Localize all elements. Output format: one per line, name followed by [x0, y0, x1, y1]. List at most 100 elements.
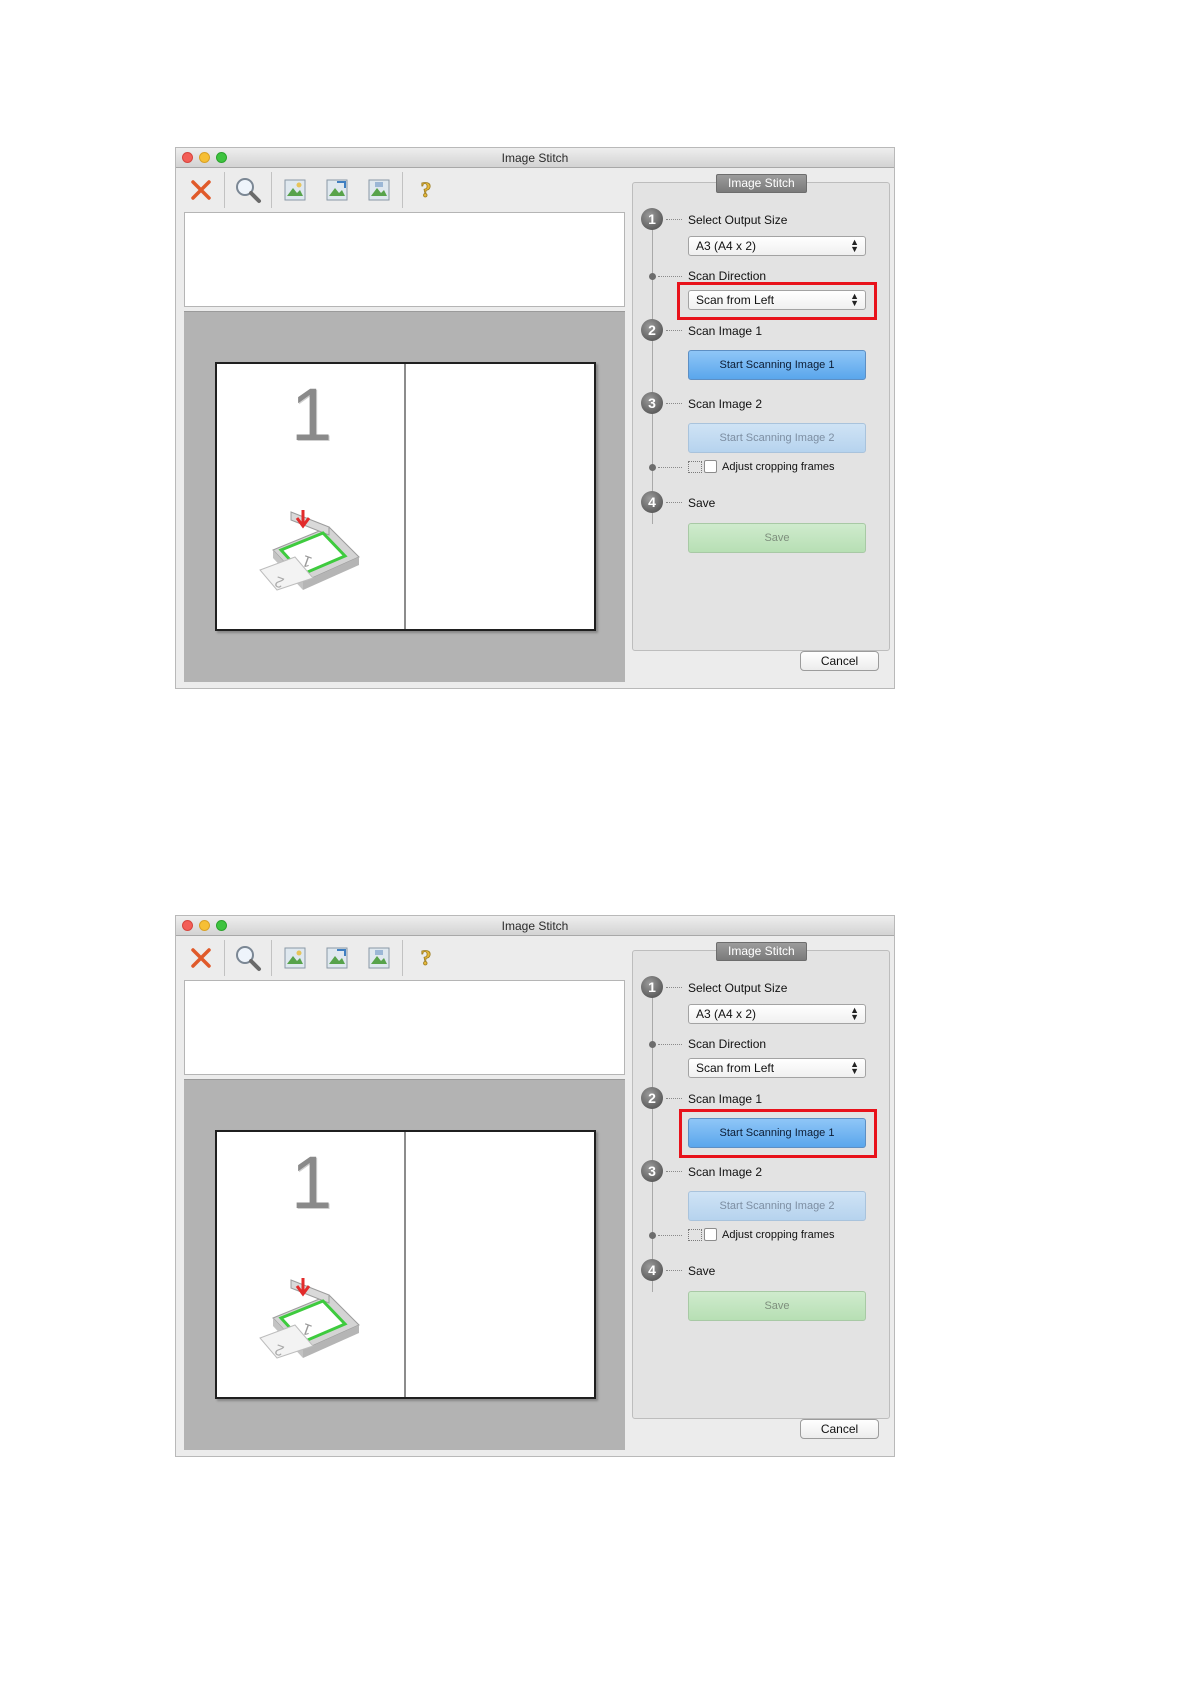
title-bar[interactable]: Image Stitch — [176, 148, 894, 168]
scan-direction-value: Scan from Left — [696, 1061, 775, 1075]
image-save-button[interactable] — [358, 170, 400, 210]
image-stitch-panel: Image Stitch 1 Select Output Size A3 (A4… — [632, 942, 890, 1419]
zoom-button[interactable] — [227, 938, 269, 978]
step-connector — [666, 987, 682, 988]
rotate-image-button[interactable] — [316, 170, 358, 210]
adjust-cropping-label: Adjust cropping frames — [722, 460, 835, 473]
step-4-badge: 4 — [641, 491, 663, 513]
panel-title: Image Stitch — [716, 942, 807, 961]
adjust-dot — [649, 1232, 656, 1239]
step-connector — [666, 219, 682, 220]
panel-title: Image Stitch — [716, 174, 807, 193]
highlight-box — [677, 282, 877, 320]
scanner-illustration: 1 2 — [255, 502, 365, 607]
adjust-cropping-checkbox[interactable] — [704, 1228, 717, 1241]
view-image-button[interactable] — [274, 170, 316, 210]
select-arrows-icon: ▲ ▼ — [850, 1005, 859, 1022]
step-connector — [666, 1171, 682, 1172]
select-arrows-icon: ▲ ▼ — [850, 237, 859, 254]
select-output-size-label: Select Output Size — [688, 981, 788, 995]
toolbar-separator — [224, 172, 225, 208]
help-icon: ? — [420, 945, 432, 971]
cropping-frame-icon — [688, 460, 702, 473]
toolbar-separator — [271, 172, 272, 208]
step-3-badge: 3 — [641, 1160, 663, 1182]
view-image-button[interactable] — [274, 938, 316, 978]
cancel-button[interactable]: Cancel — [800, 1419, 879, 1439]
image-next-icon — [326, 179, 348, 201]
scan-image-2-label: Scan Image 2 — [688, 1165, 763, 1179]
window-title: Image Stitch — [501, 919, 569, 933]
image-icon — [284, 179, 306, 201]
zoom-button[interactable] — [227, 170, 269, 210]
image-stitch-window-1: Image Stitch ? 1 1 2 Image Stitch 1 Sele… — [175, 147, 895, 689]
scan-direction-label: Scan Direction — [688, 1037, 767, 1051]
step-connector — [658, 1044, 682, 1045]
toolbar: ? — [180, 169, 447, 211]
step-connector — [666, 1098, 682, 1099]
page-divider — [404, 1132, 406, 1397]
output-page-preview: 1 1 2 — [215, 1130, 596, 1399]
page-divider — [404, 364, 406, 629]
page-number-label: 1 — [291, 1141, 333, 1224]
step-connector — [666, 502, 682, 503]
title-bar[interactable]: Image Stitch — [176, 916, 894, 936]
scan-image-1-label: Scan Image 1 — [688, 1092, 763, 1106]
rotate-image-button[interactable] — [316, 938, 358, 978]
start-scanning-image-2-button[interactable]: Start Scanning Image 2 — [688, 1191, 866, 1221]
help-button[interactable]: ? — [405, 938, 447, 978]
step-connector — [666, 330, 682, 331]
image-next-icon — [326, 947, 348, 969]
save-label: Save — [688, 496, 716, 510]
image-icon — [284, 947, 306, 969]
zoom-icon — [236, 946, 261, 971]
image-stitch-panel: Image Stitch 1 Select Output Size A3 (A4… — [632, 174, 890, 651]
cancel-button[interactable]: Cancel — [800, 651, 879, 671]
cropping-frame-icon — [688, 1228, 702, 1241]
image-save-icon — [368, 179, 390, 201]
preview-area: 1 1 2 — [184, 1079, 625, 1450]
save-button[interactable]: Save — [688, 1291, 866, 1321]
output-size-select[interactable]: A3 (A4 x 2) ▲ ▼ — [688, 236, 866, 256]
start-scanning-image-2-button[interactable]: Start Scanning Image 2 — [688, 423, 866, 453]
step-1-badge: 1 — [641, 976, 663, 998]
select-output-size-label: Select Output Size — [688, 213, 788, 227]
start-scanning-image-1-button[interactable]: Start Scanning Image 1 — [688, 350, 866, 380]
thumbnail-area — [184, 212, 625, 307]
adjust-cropping-frames-row[interactable]: Adjust cropping frames — [688, 1228, 835, 1241]
output-size-value: A3 (A4 x 2) — [696, 1007, 757, 1021]
image-save-button[interactable] — [358, 938, 400, 978]
toolbar-separator — [402, 940, 403, 976]
steps-connector — [652, 987, 653, 1292]
step-1-badge: 1 — [641, 208, 663, 230]
output-page-preview: 1 1 2 — [215, 362, 596, 631]
output-size-select[interactable]: A3 (A4 x 2) ▲ ▼ — [688, 1004, 866, 1024]
help-icon: ? — [420, 177, 432, 203]
scan-direction-label: Scan Direction — [688, 269, 767, 283]
scan-direction-select[interactable]: Scan from Left ▲ ▼ — [688, 1058, 866, 1078]
toolbar: ? — [180, 937, 447, 979]
step-3-badge: 3 — [641, 392, 663, 414]
page-number-label: 1 — [291, 373, 333, 456]
scan-image-1-label: Scan Image 1 — [688, 324, 763, 338]
thumbnail-area — [184, 980, 625, 1075]
scan-image-2-label: Scan Image 2 — [688, 397, 763, 411]
svg-text:?: ? — [421, 945, 432, 970]
delete-button[interactable] — [180, 170, 222, 210]
save-button[interactable]: Save — [688, 523, 866, 553]
image-save-icon — [368, 947, 390, 969]
delete-button[interactable] — [180, 938, 222, 978]
scanner-illustration: 1 2 — [255, 1270, 365, 1375]
help-button[interactable]: ? — [405, 170, 447, 210]
toolbar-separator — [224, 940, 225, 976]
adjust-cropping-label: Adjust cropping frames — [722, 1228, 835, 1241]
toolbar-separator — [271, 940, 272, 976]
adjust-cropping-frames-row[interactable]: Adjust cropping frames — [688, 460, 835, 473]
step-connector — [658, 1235, 682, 1236]
select-arrows-icon: ▲ ▼ — [850, 1059, 859, 1076]
preview-area: 1 1 2 — [184, 311, 625, 682]
zoom-icon — [236, 178, 261, 203]
window-title: Image Stitch — [501, 151, 569, 165]
adjust-cropping-checkbox[interactable] — [704, 460, 717, 473]
output-size-value: A3 (A4 x 2) — [696, 239, 757, 253]
